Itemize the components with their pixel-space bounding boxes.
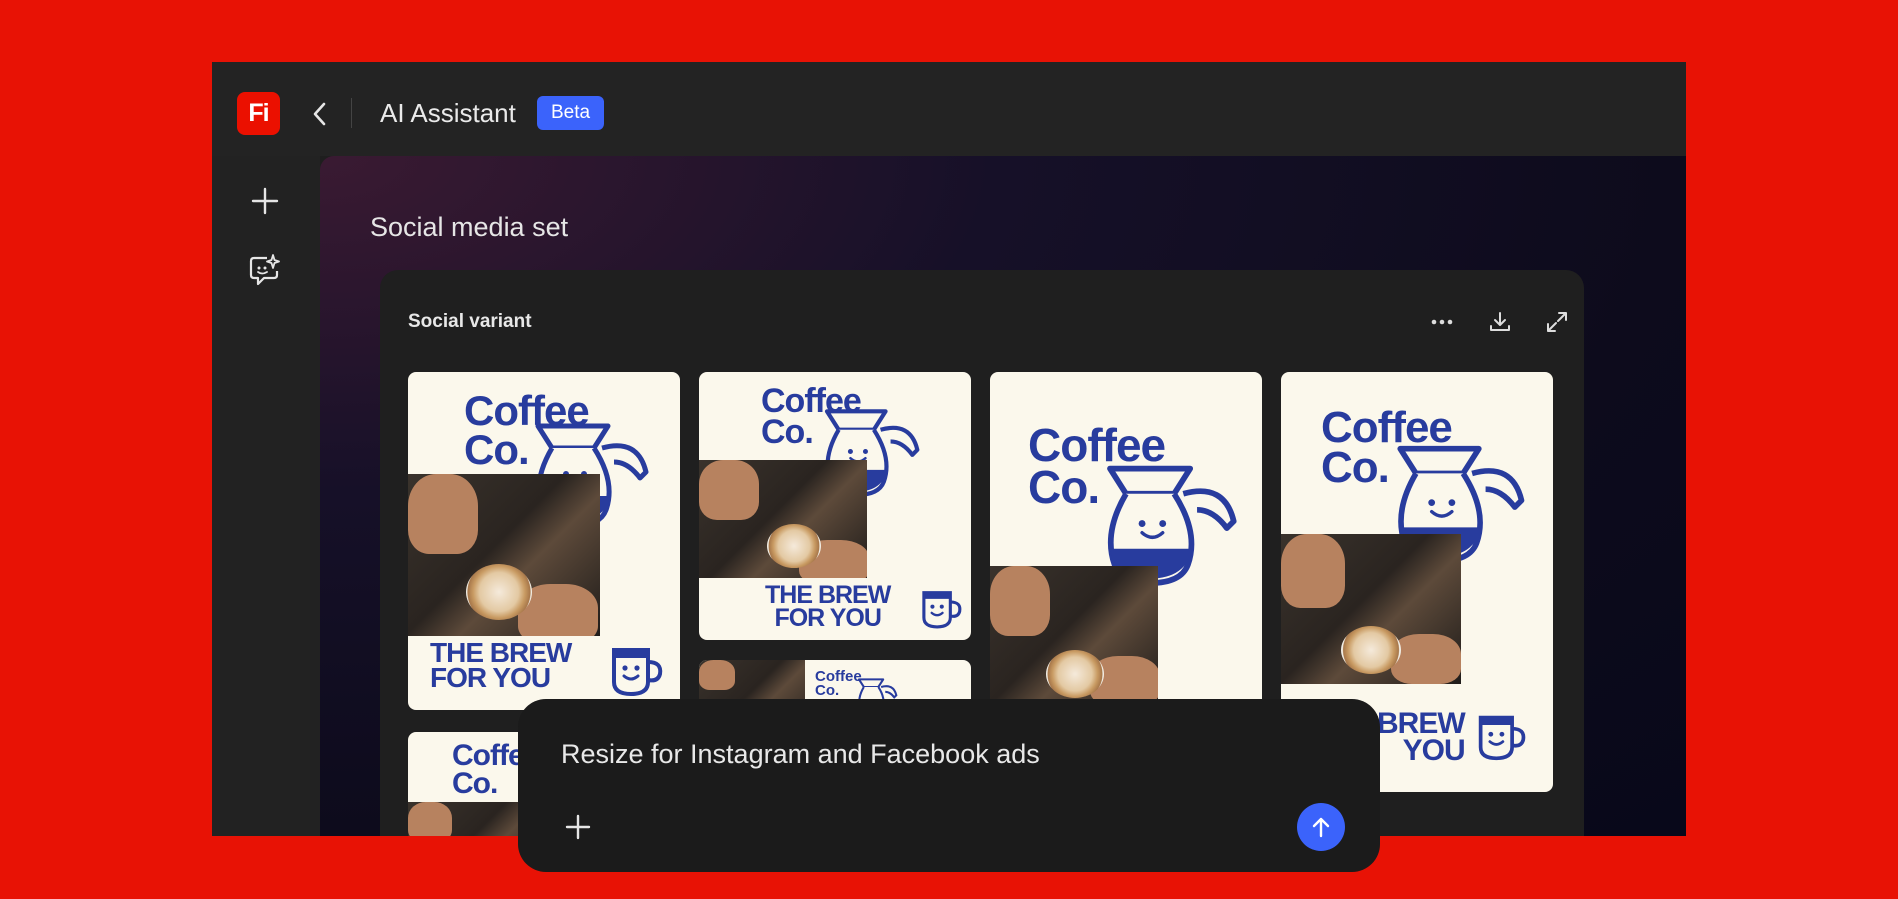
chat-sparkle-icon: [249, 254, 280, 286]
smiley-mug-icon: [1478, 715, 1526, 761]
expand-icon: [1547, 312, 1567, 332]
send-button[interactable]: [1297, 803, 1345, 851]
download-icon: [1490, 312, 1510, 331]
back-button[interactable]: [302, 96, 338, 132]
new-chat-button[interactable]: [242, 178, 288, 224]
prompt-input[interactable]: Resize for Instagram and Facebook ads: [561, 737, 1040, 771]
tagline-text: THE BREW FOR YOU: [430, 637, 572, 694]
variant-thumbnail-1[interactable]: Coffee Co. THE BREW FOR YOU: [408, 372, 680, 710]
tagline-text: BREW YOU: [1377, 707, 1466, 767]
more-options-button[interactable]: [1426, 306, 1458, 338]
barista-photo: [990, 566, 1158, 706]
card-title: Social variant: [408, 311, 532, 332]
arrow-up-icon: [1312, 817, 1330, 838]
expand-button[interactable]: [1541, 306, 1573, 338]
chat-history-button[interactable]: [242, 248, 288, 294]
barista-photo: [699, 460, 867, 578]
plus-icon: [565, 814, 591, 840]
barista-photo: [1281, 534, 1461, 684]
prompt-box[interactable]: Resize for Instagram and Facebook ads: [518, 699, 1380, 872]
section-title: Social media set: [370, 212, 569, 242]
topbar-divider: [351, 98, 352, 128]
chevron-left-icon: [313, 102, 326, 126]
left-rail: [212, 156, 320, 836]
download-button[interactable]: [1484, 306, 1516, 338]
variant-thumbnail-2[interactable]: Coffee Co. THE BREW FOR YOU: [699, 372, 971, 640]
tagline-text: THE BREW FOR YOU: [765, 581, 891, 632]
more-icon: [1431, 319, 1453, 325]
barista-photo: [408, 474, 600, 636]
app-title: AI Assistant: [380, 98, 516, 128]
plus-icon: [251, 187, 279, 215]
top-bar: Fi AI Assistant Beta: [212, 62, 1686, 156]
add-attachment-button[interactable]: [558, 807, 598, 847]
smiley-mug-icon: [612, 648, 663, 697]
beta-badge: Beta: [537, 96, 605, 130]
app-logo[interactable]: Fi: [237, 92, 280, 135]
barista-photo: [408, 802, 528, 836]
smiley-mug-icon: [922, 591, 962, 629]
